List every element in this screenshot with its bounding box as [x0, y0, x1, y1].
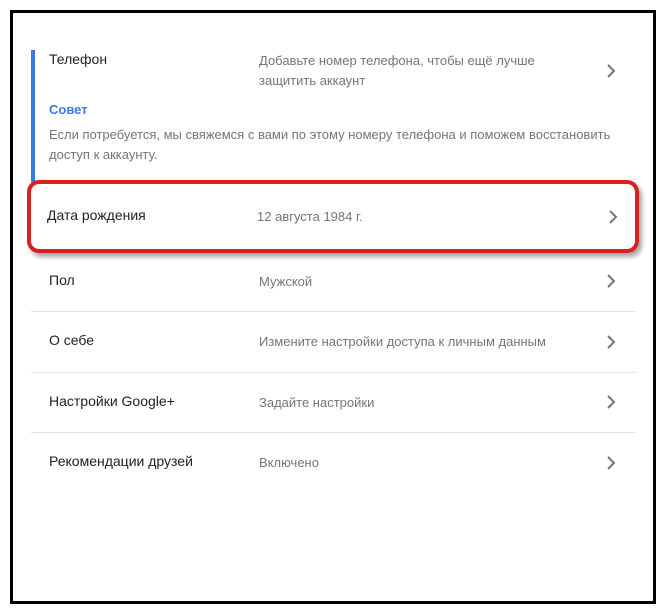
row-label-birthday: Дата рождения	[47, 207, 257, 223]
setting-row-friends[interactable]: Рекомендации друзей Включено	[31, 432, 635, 493]
tip-title: Совет	[49, 102, 617, 117]
tip-accent-bar	[31, 50, 35, 182]
row-value-gplus: Задайте настройки	[259, 393, 601, 413]
chevron-right-icon	[601, 274, 621, 288]
tip-section: Совет Если потребуется, мы свяжемся с ва…	[31, 102, 635, 182]
row-value-about: Измените настройки доступа к личным данн…	[259, 332, 601, 352]
setting-row-phone[interactable]: Телефон Добавьте номер телефона, чтобы е…	[31, 31, 635, 102]
setting-row-about[interactable]: О себе Измените настройки доступа к личн…	[31, 311, 635, 372]
setting-row-birthday[interactable]: Дата рождения 12 августа 1984 г.	[29, 182, 637, 251]
tip-text: Если потребуется, мы свяжемся с вами по …	[49, 125, 617, 164]
chevron-right-icon	[601, 456, 621, 470]
settings-list: Телефон Добавьте номер телефона, чтобы е…	[31, 31, 635, 493]
row-value-friends: Включено	[259, 453, 601, 473]
setting-row-gplus[interactable]: Настройки Google+ Задайте настройки	[31, 372, 635, 433]
row-value-gender: Мужской	[259, 272, 601, 292]
setting-row-gender[interactable]: Пол Мужской	[31, 251, 635, 312]
row-label-phone: Телефон	[49, 51, 259, 67]
settings-panel: Телефон Добавьте номер телефона, чтобы е…	[10, 10, 656, 604]
chevron-right-icon	[601, 395, 621, 409]
row-label-about: О себе	[49, 332, 259, 348]
row-label-gplus: Настройки Google+	[49, 393, 259, 409]
row-value-phone: Добавьте номер телефона, чтобы ещё лучше…	[259, 51, 601, 90]
row-label-gender: Пол	[49, 272, 259, 288]
chevron-right-icon	[601, 64, 621, 78]
row-label-friends: Рекомендации друзей	[49, 453, 259, 469]
chevron-right-icon	[603, 210, 623, 224]
row-value-birthday: 12 августа 1984 г.	[257, 207, 603, 227]
highlight-birthday: Дата рождения 12 августа 1984 г.	[29, 182, 637, 251]
chevron-right-icon	[601, 335, 621, 349]
